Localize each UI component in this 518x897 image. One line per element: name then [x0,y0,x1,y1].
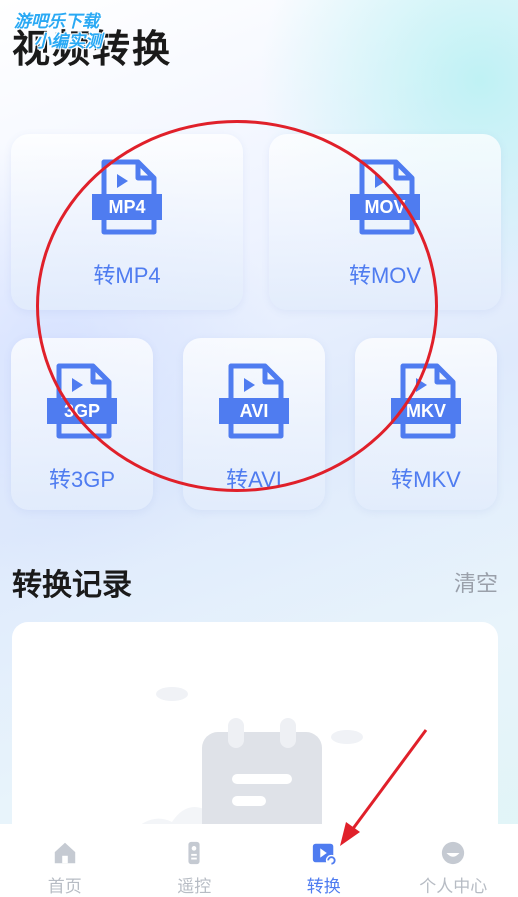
format-tag: MOV [350,194,420,220]
card-label: 转MP4 [93,263,161,288]
file-video-icon: MP4 [92,158,162,238]
file-video-icon: AVI [219,362,289,442]
format-tag: AVI [219,398,289,424]
convert-avi-card[interactable]: AVI 转AVI [183,338,325,510]
home-icon [54,842,75,864]
file-video-icon: 3GP [47,362,117,442]
card-label: 转MOV [348,263,422,288]
card-label: 转MKV [391,467,461,492]
format-tag: 3GP [47,398,117,424]
convert-mp4-card[interactable]: MP4 转MP4 [11,134,243,310]
bottom-tab-bar: 首页 遥控 转换 个人中心 [0,824,518,897]
tab-label: 转换 [306,877,341,897]
watermark-line-2: 小编实测 [34,32,102,52]
convert-mov-card[interactable]: MOV 转MOV [269,134,501,310]
convert-icon [312,843,337,866]
clear-button[interactable]: 清空 [454,566,498,598]
convert-mkv-card[interactable]: MKV 转MKV [355,338,497,510]
tab-convert[interactable]: 转换 [259,824,389,897]
records-title: 转换记录 [12,568,132,603]
profile-icon [442,841,465,865]
watermark: 游吧乐下载 小编实测 [14,12,144,52]
tab-label: 遥控 [177,877,212,897]
tab-home[interactable]: 首页 [0,824,130,897]
convert-3gp-card[interactable]: 3GP 转3GP [11,338,153,510]
file-video-icon: MKV [391,362,461,442]
format-tag: MP4 [92,194,162,220]
card-label: 转AVI [226,467,282,492]
format-tag: MKV [391,398,461,424]
file-video-icon: MOV [350,158,420,238]
card-label: 转3GP [48,467,116,492]
records-panel [12,622,498,852]
tab-remote[interactable]: 遥控 [130,824,260,897]
remote-icon [188,841,200,865]
watermark-line-1: 游吧乐下载 [14,12,99,32]
tab-profile[interactable]: 个人中心 [389,824,518,897]
tab-label: 首页 [47,877,82,897]
tab-label: 个人中心 [419,877,488,897]
